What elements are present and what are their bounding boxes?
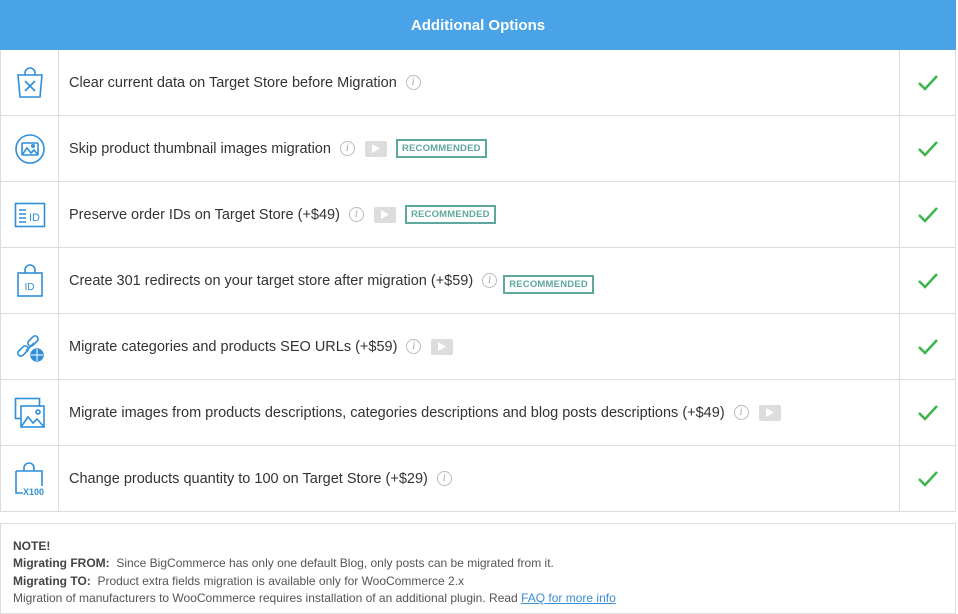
info-icon[interactable]: i [406,339,422,354]
note-to-label: Migrating TO: [13,573,91,588]
faq-link[interactable]: FAQ for more info [521,591,616,605]
option-label: Migrate images from products description… [69,404,725,421]
video-play-icon[interactable] [431,338,454,355]
note-from-label: Migrating FROM: [13,556,110,571]
option-row-quantity: X100 Change products quantity to 100 on … [1,446,955,512]
checkmark-icon [917,272,938,289]
option-label: Migrate categories and products SEO URLs… [69,338,398,355]
id-label: ID [29,212,40,224]
checkmark-icon [917,470,938,487]
info-icon[interactable]: i [339,141,355,156]
option-row-skip-thumbnails: Skip product thumbnail images migration … [1,116,955,182]
seo-url-icon [1,314,59,379]
note-title: NOTE! [13,539,51,553]
option-checkbox[interactable] [900,116,955,181]
checkmark-icon [917,338,938,355]
option-label-cell: Migrate images from products description… [59,380,900,445]
checkmark-icon [917,140,938,157]
option-row-301-redirects: ID Create 301 redirects on your target s… [1,248,955,314]
note-to-text: Product extra fields migration is availa… [97,573,465,588]
redirect-id-bag-icon: ID [1,248,59,313]
note-manufacturers-text: Migration of manufacturers to WooCommerc… [13,590,518,605]
option-label: Change products quantity to 100 on Targe… [69,470,428,487]
option-label: Skip product thumbnail images migration [69,140,331,157]
checkmark-icon [917,404,938,421]
option-label-cell: Skip product thumbnail images migration … [59,116,900,181]
option-checkbox[interactable] [900,50,955,115]
checkmark-icon [917,206,938,223]
recommended-badge: RECOMMENDED [395,139,487,158]
recommended-badge: RECOMMENDED [503,275,594,294]
option-label-cell: Change products quantity to 100 on Targe… [59,446,900,511]
thumbnail-image-icon [1,116,59,181]
description-images-icon [1,380,59,445]
info-icon[interactable]: i [436,471,452,486]
options-table: Clear current data on Target Store befor… [0,50,956,512]
option-label: Create 301 redirects on your target stor… [69,272,474,289]
option-checkbox[interactable] [900,380,955,445]
option-label: Preserve order IDs on Target Store (+$49… [69,206,340,223]
quantity-bag-icon: X100 [1,446,59,511]
migration-note: NOTE! Migrating FROM: Since BigCommerce … [0,523,956,614]
option-label-cell: Clear current data on Target Store befor… [59,50,900,115]
additional-options-header: Additional Options [0,0,956,50]
option-checkbox[interactable] [900,182,955,247]
order-id-icon: ID [1,182,59,247]
option-checkbox[interactable] [900,248,955,313]
option-checkbox[interactable] [900,446,955,511]
video-play-icon[interactable] [758,404,781,421]
x100-label: X100 [23,487,44,496]
info-icon[interactable]: i [733,405,749,420]
info-icon[interactable]: i [482,273,498,288]
note-from-text: Since BigCommerce has only one default B… [116,556,554,571]
video-play-icon[interactable] [364,140,387,157]
checkmark-icon [917,74,938,91]
option-row-preserve-order-ids: ID Preserve order IDs on Target Store (+… [1,182,955,248]
recommended-badge: RECOMMENDED [404,205,496,224]
option-row-seo-urls: Migrate categories and products SEO URLs… [1,314,955,380]
option-checkbox[interactable] [900,314,955,379]
option-label-cell: Create 301 redirects on your target stor… [59,248,900,313]
option-row-clear-data: Clear current data on Target Store befor… [1,50,955,116]
option-label-cell: Migrate categories and products SEO URLs… [59,314,900,379]
id-label: ID [24,282,34,293]
option-label: Clear current data on Target Store befor… [69,74,397,91]
option-row-description-images: Migrate images from products description… [1,380,955,446]
option-label-cell: Preserve order IDs on Target Store (+$49… [59,182,900,247]
clear-data-icon [1,50,59,115]
info-icon[interactable]: i [348,207,364,222]
video-play-icon[interactable] [373,206,396,223]
header-title: Additional Options [410,16,546,34]
info-icon[interactable]: i [405,75,421,90]
